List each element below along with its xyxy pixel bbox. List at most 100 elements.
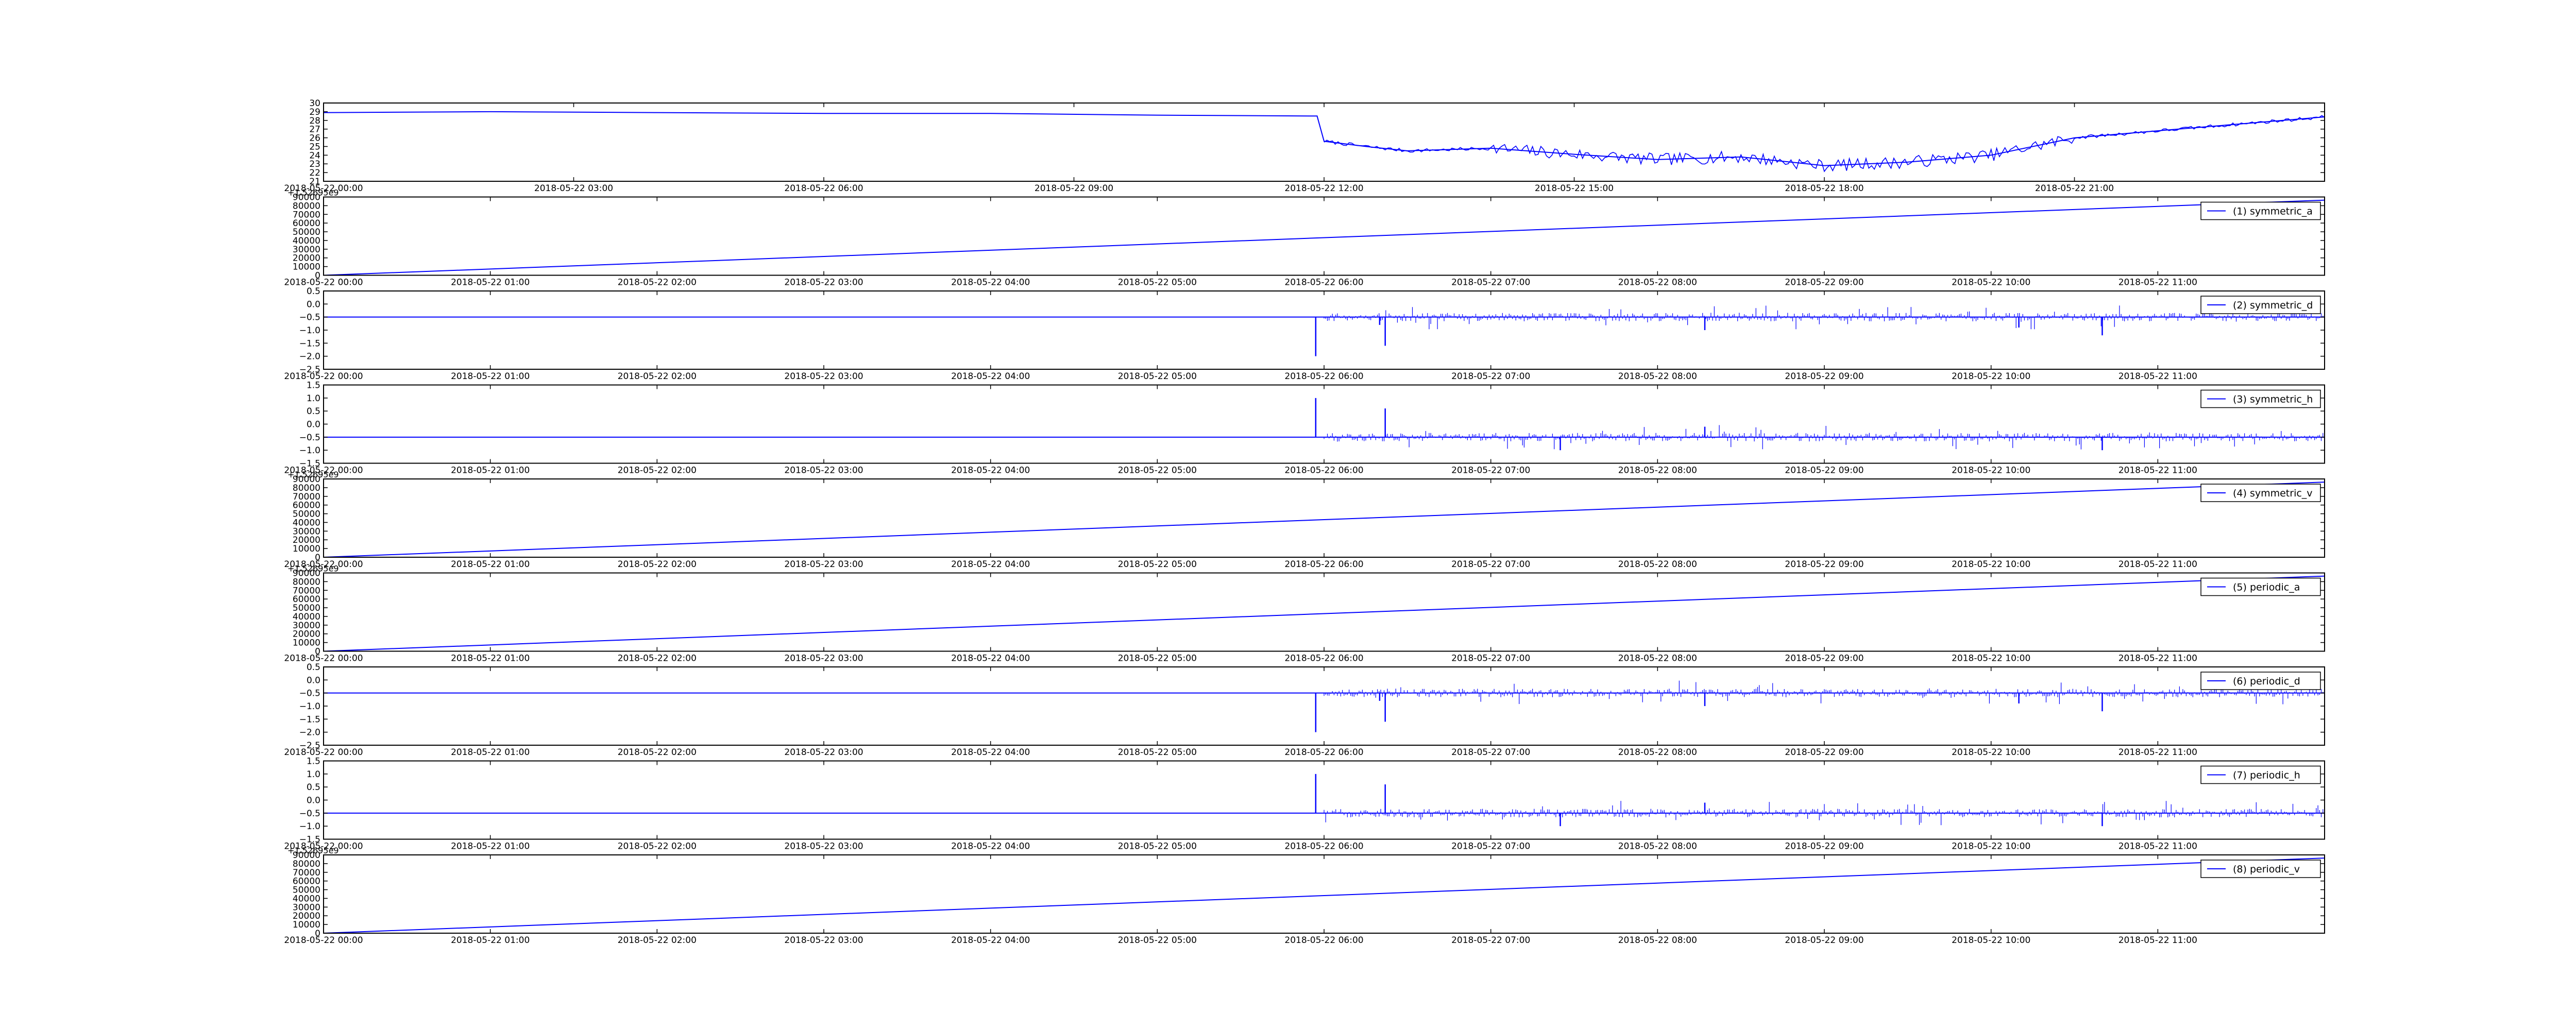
plot-area bbox=[324, 305, 2325, 356]
axis-offset-text: +1.52695e9 bbox=[287, 188, 339, 198]
plot-area bbox=[324, 774, 2325, 827]
x-tick-label: 2018-05-22 02:00 bbox=[618, 842, 697, 852]
x-tick-label: 2018-05-22 06:00 bbox=[1284, 747, 1363, 758]
y-tick-label: 0.0 bbox=[307, 420, 320, 430]
y-tick-label: 0.0 bbox=[307, 675, 320, 685]
legend: (4) symmetric_v bbox=[2200, 484, 2321, 502]
x-tick-label: 2018-05-22 10:00 bbox=[1952, 466, 2030, 476]
x-tick-label: 2018-05-22 05:00 bbox=[1118, 747, 1197, 758]
series-noise-temperature bbox=[1324, 115, 2325, 173]
legend-label: (8) periodic_v bbox=[2233, 864, 2300, 875]
series-line-temperature bbox=[324, 111, 2325, 166]
x-tick-label: 2018-05-22 03:00 bbox=[784, 842, 863, 852]
y-tick-label: 0.5 bbox=[307, 662, 320, 673]
y-tick-label: −2.0 bbox=[299, 728, 320, 738]
x-tick-label: 2018-05-22 10:00 bbox=[1952, 935, 2030, 946]
x-tick-label: 2018-05-22 10:00 bbox=[1952, 371, 2030, 382]
plot-area bbox=[324, 680, 2325, 732]
x-tick-label: 2018-05-22 09:00 bbox=[1785, 559, 1863, 570]
y-tick-label: −1.0 bbox=[299, 701, 320, 712]
x-tick-label: 2018-05-22 06:00 bbox=[1284, 935, 1363, 946]
panel-temperature: 2018-05-22 00:00 2018-05-22 03:00 2018-05-… bbox=[284, 98, 2325, 194]
y-tick-label: −1.0 bbox=[299, 445, 320, 456]
x-tick-label: 2018-05-22 09:00 bbox=[1785, 466, 1863, 476]
x-tick-label: 2018-05-22 04:00 bbox=[951, 278, 1030, 288]
plot-area bbox=[324, 575, 2325, 651]
x-tick-label: 2018-05-22 09:00 bbox=[1785, 935, 1863, 946]
series-line-periodic_a bbox=[324, 575, 2325, 651]
series-line-periodic_v bbox=[324, 857, 2325, 933]
x-tick-label: 2018-05-22 04:00 bbox=[951, 842, 1030, 852]
panel-periodic_d: 2018-05-22 00:00 2018-05-22 01:00 2018-05-… bbox=[284, 662, 2325, 758]
x-tick-label: 2018-05-22 06:00 bbox=[1284, 654, 1363, 664]
x-tick-label: 2018-05-22 01:00 bbox=[451, 559, 530, 570]
x-tick-label: 2018-05-22 04:00 bbox=[951, 935, 1030, 946]
x-tick-label: 2018-05-22 08:00 bbox=[1618, 842, 1697, 852]
x-tick-label: 2018-05-22 08:00 bbox=[1618, 747, 1697, 758]
legend: (6) periodic_d bbox=[2200, 672, 2321, 690]
legend: (7) periodic_h bbox=[2200, 765, 2321, 784]
legend-label: (7) periodic_h bbox=[2233, 770, 2300, 781]
x-tick-label: 2018-05-22 11:00 bbox=[2119, 842, 2197, 852]
x-tick-label: 2018-05-22 08:00 bbox=[1618, 559, 1697, 570]
x-tick-label: 2018-05-22 04:00 bbox=[951, 559, 1030, 570]
x-tick-label: 2018-05-22 06:00 bbox=[1284, 559, 1363, 570]
y-tick-label: −0.5 bbox=[299, 689, 320, 699]
x-tick-label: 2018-05-22 02:00 bbox=[618, 466, 697, 476]
x-tick-label: 2018-05-22 11:00 bbox=[2119, 371, 2197, 382]
plot-area bbox=[324, 482, 2325, 557]
x-tick-label: 2018-05-22 04:00 bbox=[951, 466, 1030, 476]
x-tick-label: 2018-05-22 07:00 bbox=[1451, 278, 1530, 288]
x-tick-label: 2018-05-22 08:00 bbox=[1618, 654, 1697, 664]
x-tick-label: 2018-05-22 01:00 bbox=[451, 747, 530, 758]
x-tick-label: 2018-05-22 04:00 bbox=[951, 371, 1030, 382]
x-tick-label: 2018-05-22 09:00 bbox=[1785, 654, 1863, 664]
x-tick-label: 2018-05-22 03:00 bbox=[784, 654, 863, 664]
x-tick-label: 2018-05-22 07:00 bbox=[1451, 559, 1530, 570]
x-tick-label: 2018-05-22 15:00 bbox=[1535, 183, 1614, 194]
x-tick-label: 2018-05-22 01:00 bbox=[451, 935, 530, 946]
panel-periodic_h: 2018-05-22 00:00 2018-05-22 01:00 2018-05-… bbox=[284, 757, 2325, 852]
legend-label: (6) periodic_d bbox=[2233, 676, 2300, 687]
x-tick-label: 2018-05-22 09:00 bbox=[1035, 183, 1113, 194]
x-tick-label: 2018-05-22 02:00 bbox=[618, 747, 697, 758]
series-line-symmetric_v bbox=[324, 482, 2325, 557]
plot-area bbox=[324, 857, 2325, 933]
plot-area bbox=[324, 398, 2325, 451]
x-tick-label: 2018-05-22 09:00 bbox=[1785, 278, 1863, 288]
y-tick-label: 0.5 bbox=[307, 406, 320, 417]
panel-periodic_a: 2018-05-22 00:00 2018-05-22 01:00 2018-05-… bbox=[284, 564, 2325, 664]
y-tick-label: −0.5 bbox=[299, 433, 320, 443]
x-tick-label: 2018-05-22 00:00 bbox=[284, 371, 363, 382]
y-tick-label: −2.5 bbox=[299, 365, 320, 375]
x-tick-label: 2018-05-22 03:00 bbox=[784, 935, 863, 946]
legend-label: (2) symmetric_d bbox=[2233, 300, 2313, 311]
panel-symmetric_d: 2018-05-22 00:00 2018-05-22 01:00 2018-05-… bbox=[284, 286, 2325, 382]
x-tick-label: 2018-05-22 00:00 bbox=[284, 654, 363, 664]
x-tick-label: 2018-05-22 08:00 bbox=[1618, 278, 1697, 288]
y-tick-label: −0.5 bbox=[299, 313, 320, 323]
axis-offset-text: +1.52695e9 bbox=[287, 564, 339, 574]
x-tick-label: 2018-05-22 10:00 bbox=[1952, 559, 2030, 570]
axes-frame bbox=[323, 666, 2325, 746]
legend-label: (4) symmetric_v bbox=[2233, 488, 2313, 499]
x-tick-label: 2018-05-22 06:00 bbox=[784, 183, 863, 194]
x-tick-label: 2018-05-22 02:00 bbox=[618, 654, 697, 664]
y-tick-label: 30 bbox=[309, 98, 320, 109]
x-tick-label: 2018-05-22 01:00 bbox=[451, 371, 530, 382]
x-tick-label: 2018-05-22 05:00 bbox=[1118, 842, 1197, 852]
axes-frame bbox=[323, 760, 2325, 840]
x-tick-label: 2018-05-22 05:00 bbox=[1118, 654, 1197, 664]
x-tick-label: 2018-05-22 03:00 bbox=[784, 559, 863, 570]
x-tick-label: 2018-05-22 06:00 bbox=[1284, 842, 1363, 852]
x-tick-label: 2018-05-22 10:00 bbox=[1952, 278, 2030, 288]
x-tick-label: 2018-05-22 01:00 bbox=[451, 654, 530, 664]
x-tick-label: 2018-05-22 00:00 bbox=[284, 278, 363, 288]
y-tick-label: 1.0 bbox=[307, 393, 320, 404]
x-tick-label: 2018-05-22 08:00 bbox=[1618, 466, 1697, 476]
plot-area bbox=[324, 199, 2325, 276]
x-tick-label: 2018-05-22 02:00 bbox=[618, 559, 697, 570]
x-tick-label: 2018-05-22 07:00 bbox=[1451, 466, 1530, 476]
panel-symmetric_v: 2018-05-22 00:00 2018-05-22 01:00 2018-05-… bbox=[284, 470, 2325, 570]
x-tick-label: 2018-05-22 11:00 bbox=[2119, 747, 2197, 758]
